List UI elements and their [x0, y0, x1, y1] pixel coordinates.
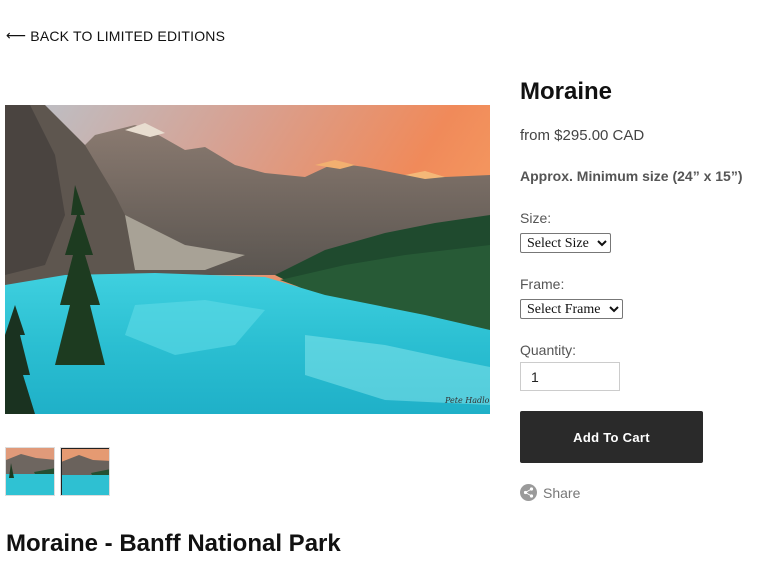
product-price: from $295.00 CAD [520, 127, 645, 144]
product-title: Moraine [520, 78, 613, 105]
back-link-label: BACK TO LIMITED EDITIONS [30, 27, 226, 44]
mountain-lake-thumb [6, 448, 54, 495]
frame-select[interactable]: Select Frame [520, 299, 623, 319]
svg-text:Pete Hadlow: Pete Hadlow [444, 396, 490, 405]
minimum-size-note: Approx. Minimum size (24” x 15”) [520, 168, 743, 184]
mountain-lake-thumb [61, 448, 109, 495]
quantity-input[interactable] [520, 362, 620, 391]
share-icon [520, 484, 537, 501]
mountain-lake-photo: Pete Hadlow [5, 105, 490, 414]
share-label: Share [543, 484, 581, 501]
size-label: Size: [520, 210, 552, 226]
back-to-limited-editions-link[interactable]: ⟵ BACK TO LIMITED EDITIONS [6, 27, 225, 44]
frame-label: Frame: [520, 276, 565, 292]
product-main-image[interactable]: Pete Hadlow [5, 105, 490, 414]
add-to-cart-button[interactable]: Add To Cart [520, 411, 703, 463]
thumbnail-1[interactable] [5, 447, 55, 496]
description-heading: Moraine - Banff National Park [6, 530, 341, 557]
thumbnail-2[interactable] [60, 447, 110, 496]
arrow-left-icon: ⟵ [6, 27, 27, 43]
size-select[interactable]: Select Size [520, 233, 611, 253]
share-button[interactable]: Share [520, 484, 580, 501]
quantity-label: Quantity: [520, 342, 577, 358]
